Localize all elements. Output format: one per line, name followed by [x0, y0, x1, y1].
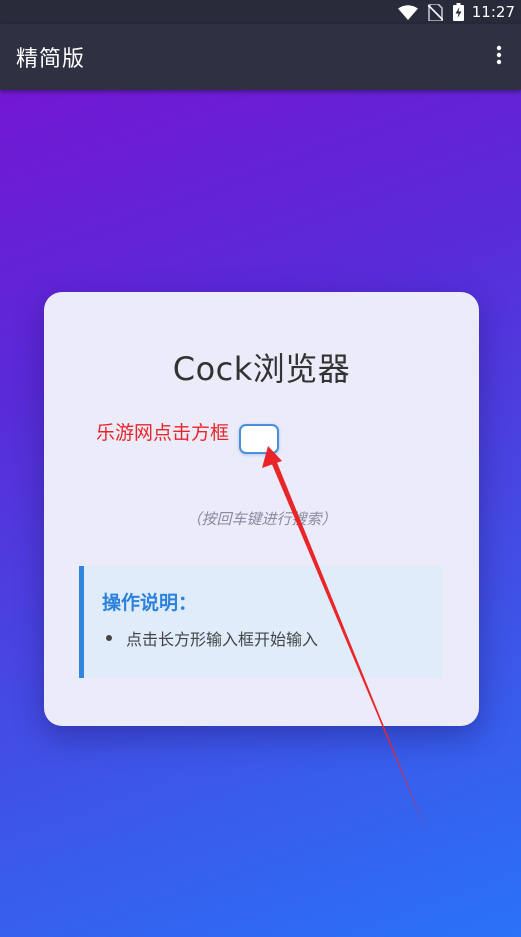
page-title: Cock浏览器: [172, 350, 351, 388]
more-options-button[interactable]: [479, 37, 519, 77]
instructions-box: 操作说明： 点击长方形输入框开始输入: [79, 566, 443, 678]
instructions-list: 点击长方形输入框开始输入: [106, 626, 318, 650]
status-bar: 11:27: [0, 0, 521, 24]
browser-card: Cock浏览器 乐游网点击方框 （按回车键进行搜索） 操作说明： 点击长方形输入…: [44, 292, 479, 726]
battery-charging-icon: [452, 3, 464, 21]
app-bar: 精简版: [0, 24, 521, 90]
instruction-text: 点击长方形输入框开始输入: [126, 630, 319, 649]
instructions-title: 操作说明：: [102, 592, 198, 614]
screen: 11:27 精简版 Cock浏览器 乐游网点击方框 （按回车键进行搜索） 操作说…: [0, 0, 521, 937]
list-item: 点击长方形输入框开始输入: [106, 626, 318, 650]
status-time: 11:27: [471, 3, 515, 21]
wifi-icon: [397, 4, 418, 20]
bullet-icon: [106, 635, 112, 641]
app-title: 精简版: [16, 47, 86, 72]
annotation-label: 乐游网点击方框: [96, 422, 230, 444]
no-sim-icon: [427, 3, 443, 21]
search-input[interactable]: [239, 424, 279, 454]
more-vert-icon: [496, 45, 502, 69]
search-hint: （按回车键进行搜索）: [186, 510, 337, 528]
